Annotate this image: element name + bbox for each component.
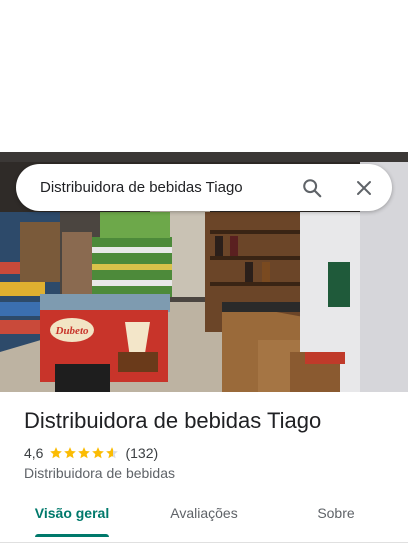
star-rating: [49, 446, 119, 460]
reviews-count[interactable]: (132): [125, 445, 158, 461]
star-icon: [64, 447, 77, 459]
place-title: Distribuidora de bebidas Tiago: [24, 408, 322, 433]
star-icon: [50, 447, 63, 459]
close-button[interactable]: [344, 168, 384, 208]
tab-about[interactable]: Sobre: [296, 494, 376, 534]
close-icon: [357, 180, 371, 195]
tab-reviews[interactable]: Avaliações: [158, 494, 250, 534]
tab-overview[interactable]: Visão geral: [26, 494, 118, 534]
search-bar[interactable]: Distribuidora de bebidas Tiago: [16, 164, 392, 211]
rating-value: 4,6: [24, 445, 44, 461]
tab-bar: Visão geral Avaliações Sobre: [0, 494, 408, 538]
star-icon: [106, 447, 119, 459]
active-tab-indicator: [35, 534, 109, 537]
rating-row[interactable]: 4,6 (132): [24, 444, 158, 462]
search-button[interactable]: [292, 168, 332, 208]
freezer-brand-text: Dubeto: [55, 325, 90, 337]
divider: [0, 542, 408, 543]
star-icon: [92, 447, 105, 459]
place-category[interactable]: Distribuidora de bebidas: [24, 465, 175, 481]
star-icon: [78, 447, 91, 459]
search-icon: [303, 178, 322, 197]
search-input[interactable]: Distribuidora de bebidas Tiago: [40, 179, 292, 196]
